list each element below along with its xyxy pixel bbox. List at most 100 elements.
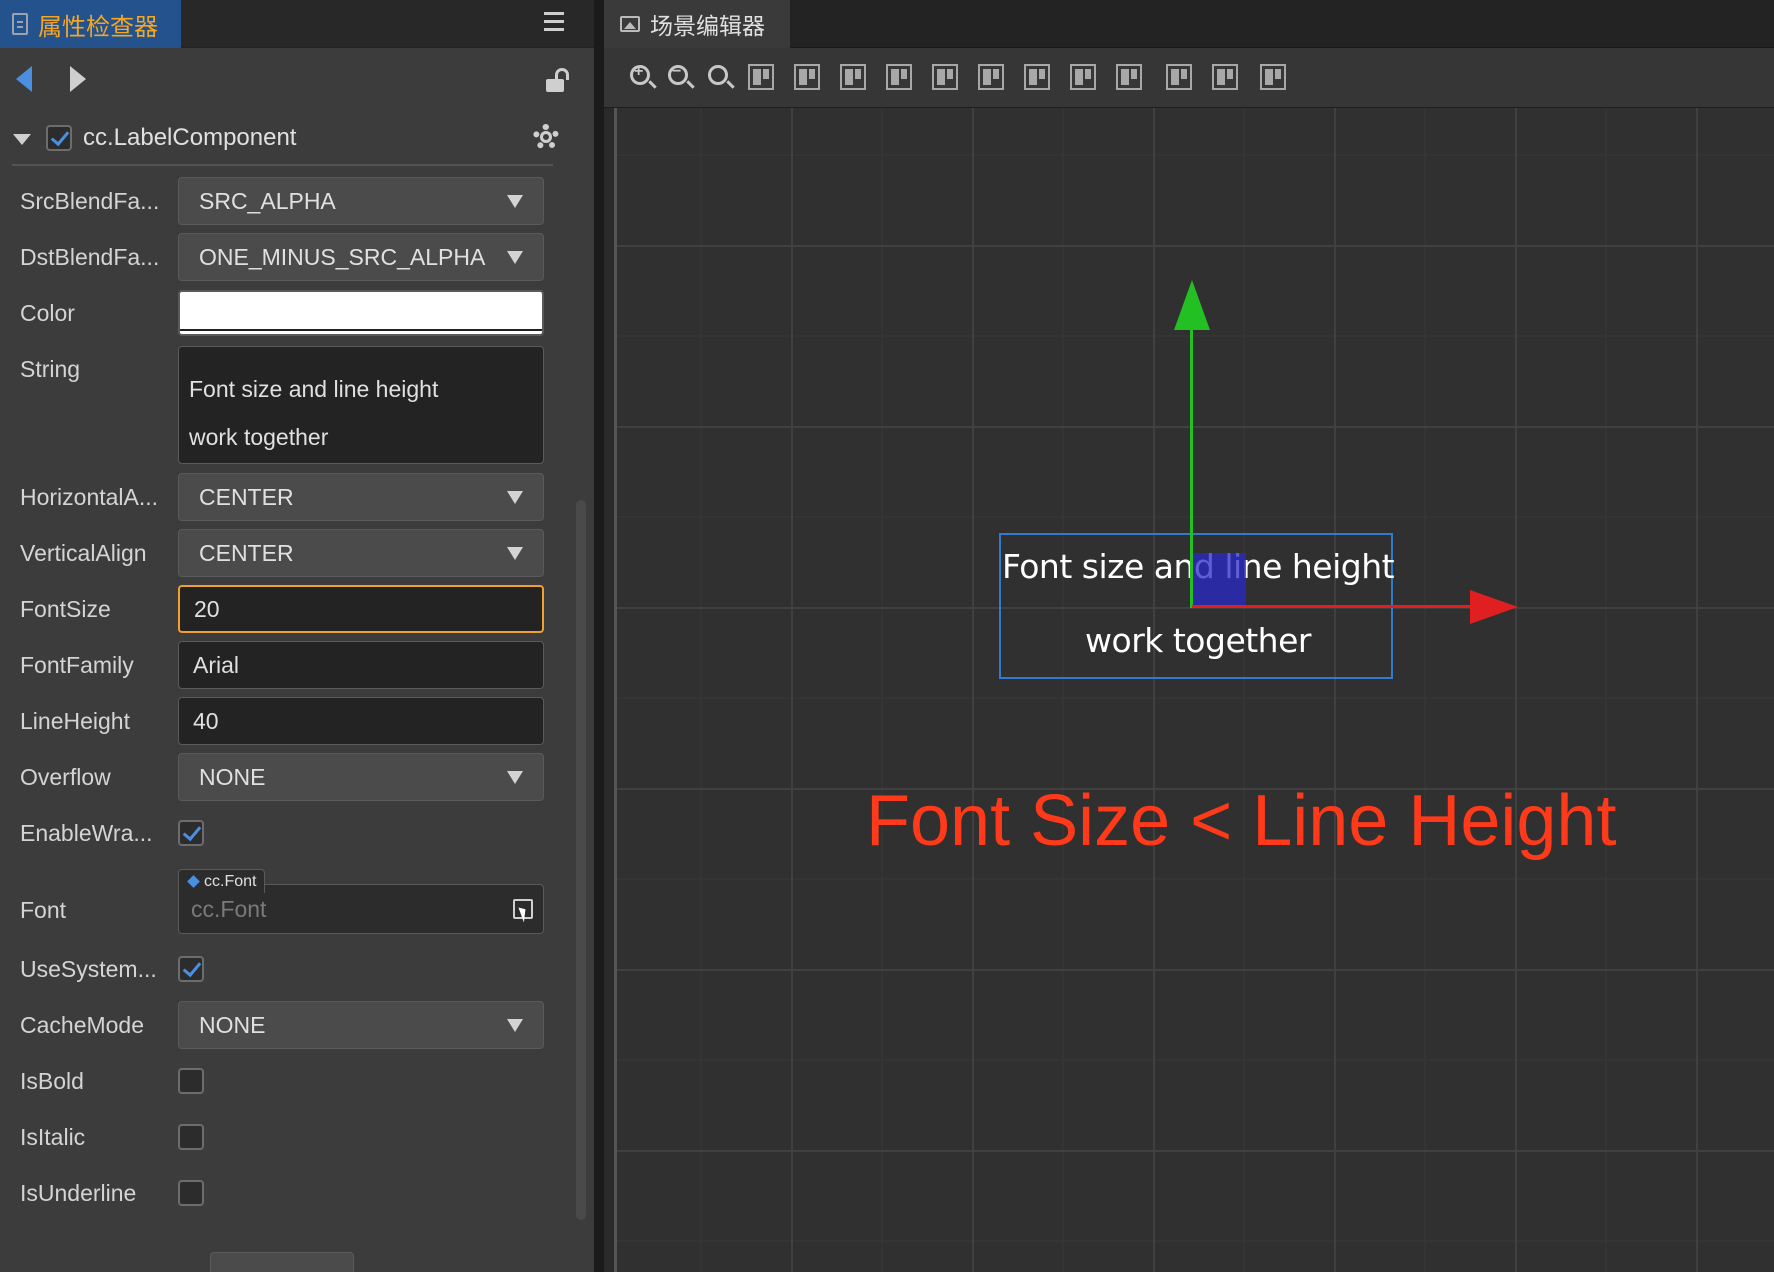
dst-blend-select[interactable]: ONE_MINUS_SRC_ALPHA — [178, 233, 544, 281]
collapse-caret-icon[interactable] — [13, 134, 31, 145]
distribute-left-icon[interactable] — [1166, 64, 1192, 90]
is-italic-label: IsItalic — [20, 1124, 86, 1150]
color-swatch[interactable] — [178, 290, 544, 336]
x-axis-arrow-icon[interactable] — [1470, 590, 1518, 624]
scene-tabbar: 场景编辑器 — [604, 0, 1774, 48]
dst-blend-value: ONE_MINUS_SRC_ALPHA — [199, 243, 486, 270]
zoom-reset-icon[interactable] — [708, 65, 728, 85]
font-family-input[interactable]: Arial — [178, 641, 544, 689]
inspector-panel: 属性检查器 cc.LabelComponent SrcBlendFa... SR… — [0, 0, 594, 1272]
scene-label-line-2: work together — [1085, 621, 1311, 660]
hamburger-menu-icon[interactable] — [544, 12, 564, 32]
tab-scene-editor[interactable]: 场景编辑器 — [604, 0, 790, 48]
overflow-select[interactable]: NONE — [178, 753, 544, 801]
font-label: Font — [20, 897, 67, 923]
distribute-right-icon[interactable] — [1260, 64, 1286, 90]
string-textarea[interactable]: Font size and line height work together — [178, 346, 544, 464]
use-system-font-checkbox[interactable] — [178, 956, 204, 982]
line-height-label: LineHeight — [20, 708, 130, 734]
distribute-horizontal-center-icon[interactable] — [1212, 64, 1238, 90]
unlock-icon[interactable] — [546, 68, 570, 92]
horizontal-align-value: CENTER — [199, 483, 294, 510]
scene-toolbar — [604, 48, 1774, 108]
dropdown-arrow-icon — [507, 1019, 523, 1032]
tab-inspector[interactable]: 属性检查器 — [0, 0, 181, 48]
font-type-tag: cc.Font — [178, 869, 266, 893]
vertical-align-label: VerticalAlign — [20, 540, 147, 566]
align-horizontal-center-icon[interactable] — [932, 64, 958, 90]
align-bottom-icon[interactable] — [840, 64, 866, 90]
y-axis-arrow-icon[interactable] — [1174, 280, 1210, 330]
is-bold-checkbox[interactable] — [178, 1068, 204, 1094]
component-enabled-checkbox[interactable] — [46, 125, 72, 151]
font-size-label: FontSize — [20, 596, 111, 622]
y-axis-gizmo[interactable] — [1190, 328, 1193, 608]
font-type-tag-label: cc.Font — [204, 872, 257, 890]
add-component-button[interactable] — [210, 1252, 354, 1272]
horizontal-align-label: HorizontalA... — [20, 484, 159, 510]
font-family-label: FontFamily — [20, 652, 134, 678]
is-underline-label: IsUnderline — [20, 1180, 137, 1206]
cache-mode-label: CacheMode — [20, 1012, 145, 1038]
inspector-scrollbar[interactable] — [576, 500, 586, 1220]
align-vertical-center-icon[interactable] — [794, 64, 820, 90]
string-line-2: work together — [189, 424, 329, 450]
x-axis-gizmo[interactable] — [1192, 605, 1472, 608]
is-bold-label: IsBold — [20, 1068, 84, 1094]
is-italic-checkbox[interactable] — [178, 1124, 204, 1150]
align-left-icon[interactable] — [886, 64, 912, 90]
zoom-out-icon[interactable] — [668, 63, 688, 85]
color-label: Color — [20, 300, 75, 326]
string-line-1: Font size and line height — [189, 376, 439, 402]
dst-blend-label: DstBlendFa... — [20, 244, 160, 270]
src-blend-select[interactable]: SRC_ALPHA — [178, 177, 544, 225]
font-family-value: Arial — [193, 651, 240, 678]
dropdown-arrow-icon — [507, 251, 523, 264]
document-icon — [12, 13, 28, 35]
scene-editor-panel: 场景编辑器 Font size and line height work tog… — [604, 0, 1774, 1272]
enable-wrap-checkbox[interactable] — [178, 820, 204, 846]
annotation-text: Font Size < Line Height — [866, 781, 1617, 861]
back-arrow-icon[interactable] — [16, 66, 32, 92]
enable-wrap-label: EnableWra... — [20, 820, 153, 846]
line-height-value: 40 — [193, 707, 219, 734]
viewport-origin-line — [614, 108, 617, 1272]
src-blend-label: SrcBlendFa... — [20, 188, 160, 214]
dropdown-arrow-icon — [507, 547, 523, 560]
forward-arrow-icon[interactable] — [70, 66, 86, 92]
distribute-vertical-center-icon[interactable] — [1070, 64, 1096, 90]
tab-scene-editor-label: 场景编辑器 — [650, 14, 765, 40]
scene-image-icon — [620, 16, 640, 32]
zoom-in-icon[interactable] — [630, 63, 650, 85]
align-top-icon[interactable] — [748, 64, 774, 90]
overflow-value: NONE — [199, 763, 266, 790]
cache-mode-select[interactable]: NONE — [178, 1001, 544, 1049]
cache-mode-value: NONE — [199, 1011, 266, 1038]
horizontal-align-select[interactable]: CENTER — [178, 473, 544, 521]
distribute-bottom-icon[interactable] — [1116, 64, 1142, 90]
gear-icon[interactable] — [533, 124, 559, 150]
header-divider — [12, 164, 553, 166]
asset-diamond-icon — [187, 875, 200, 888]
component-title: cc.LabelComponent — [83, 124, 297, 151]
tab-inspector-label: 属性检查器 — [38, 12, 158, 41]
is-underline-checkbox[interactable] — [178, 1180, 204, 1206]
inspector-tabbar: 属性检查器 — [0, 0, 594, 48]
overflow-label: Overflow — [20, 764, 111, 790]
transform-center-handle[interactable] — [1192, 553, 1246, 607]
line-height-input[interactable]: 40 — [178, 697, 544, 745]
font-asset-placeholder: cc.Font — [191, 895, 267, 922]
vertical-align-select[interactable]: CENTER — [178, 529, 544, 577]
dropdown-arrow-icon — [507, 195, 523, 208]
asset-picker-icon[interactable] — [513, 899, 533, 919]
vertical-align-value: CENTER — [199, 539, 294, 566]
font-size-input[interactable]: 20 — [178, 585, 544, 633]
dropdown-arrow-icon — [507, 491, 523, 504]
string-label: String — [20, 356, 81, 382]
distribute-top-icon[interactable] — [1024, 64, 1050, 90]
align-right-icon[interactable] — [978, 64, 1004, 90]
use-system-font-label: UseSystem... — [20, 956, 157, 982]
font-size-value: 20 — [194, 595, 220, 622]
dropdown-arrow-icon — [507, 771, 523, 784]
component-header: cc.LabelComponent — [0, 112, 594, 166]
